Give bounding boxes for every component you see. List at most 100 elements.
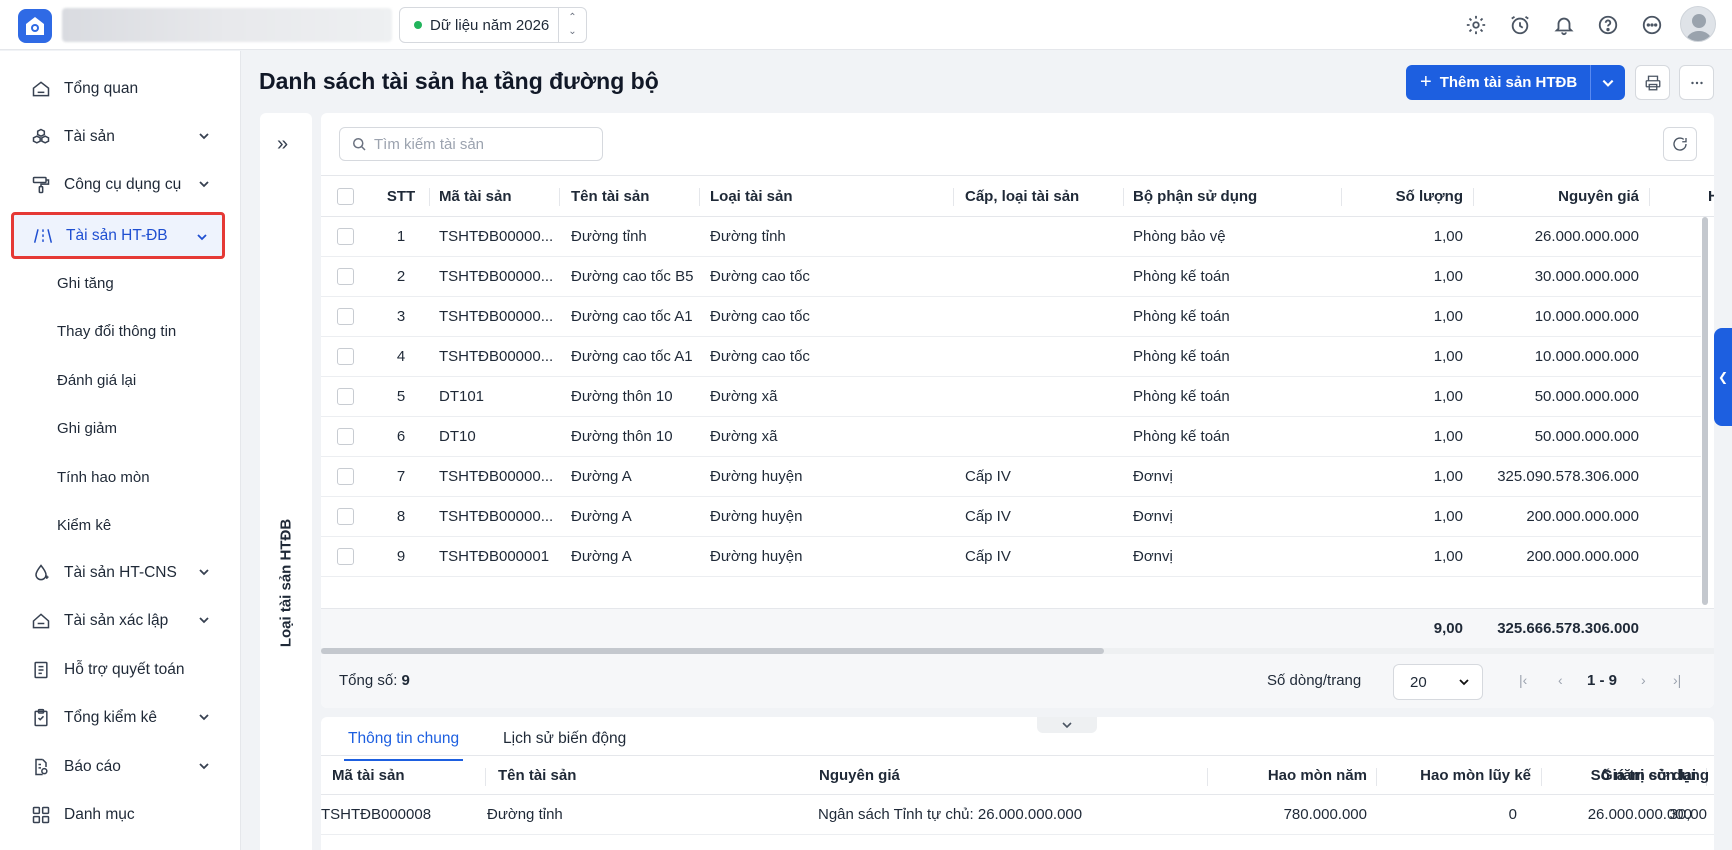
table-row[interactable]: 4 TSHTĐB00000... Đường cao tốc A1 Đường cao… xyxy=(321,337,1701,377)
grid-footer: Tổng số: 9 Số dòng/trang 20 |‹ ‹ 1 - 9 ›… xyxy=(321,654,1714,708)
road-icon xyxy=(32,225,54,247)
column-header-loai-tai-san[interactable]: Loại tài sản xyxy=(710,176,950,216)
last-page-icon[interactable]: ›| xyxy=(1673,672,1681,688)
settings-icon[interactable] xyxy=(1463,12,1489,38)
select-all-checkbox[interactable] xyxy=(337,176,354,216)
column-header-truncated[interactable]: H xyxy=(1708,176,1714,216)
cell-so-luong: 1,00 xyxy=(1433,428,1463,445)
document-icon xyxy=(30,659,52,681)
column-header-cap-loai[interactable]: Cấp, loại tài sản xyxy=(965,176,1125,216)
row-checkbox[interactable] xyxy=(337,417,354,456)
row-checkbox[interactable] xyxy=(337,217,354,256)
tab-lich-su-bien-dong[interactable]: Lịch sử biến động xyxy=(503,730,626,754)
fiscal-year-selector[interactable]: Dữ liệu năm 2026 ⌃ ⌄ xyxy=(399,7,587,43)
sidebar-item-ho-tro-quyet-toan[interactable]: Hỗ trợ quyết toán xyxy=(12,648,224,692)
add-asset-button[interactable]: + Thêm tài sản HTĐB xyxy=(1406,65,1625,100)
boxes-icon xyxy=(30,126,52,148)
sidebar-item-danh-muc[interactable]: Danh mục xyxy=(12,793,224,837)
sidebar-subitem-thay-doi-thong-tin[interactable]: Thay đổi thông tin xyxy=(57,316,176,346)
sidebar-item-cong-cu-dung-cu[interactable]: Công cụ dụng cụ xyxy=(12,163,224,207)
print-button[interactable] xyxy=(1635,65,1670,100)
row-checkbox[interactable] xyxy=(337,337,354,376)
sidebar-item-tai-san-xac-lap[interactable]: Tài sản xác lập xyxy=(12,599,224,643)
table-row[interactable]: 5 DT101 Đường thôn 10 Đường xã Phòng kế toán… xyxy=(321,377,1701,417)
expand-panel-icon[interactable]: » xyxy=(277,133,288,156)
chevron-down-icon xyxy=(198,565,210,583)
collapse-detail-button[interactable] xyxy=(1037,717,1097,733)
page-size-select[interactable]: 20 xyxy=(1393,664,1483,700)
sidebar-subitem-kiem-ke[interactable]: Kiểm kê xyxy=(57,510,111,540)
cell-ten-tai-san: Đường A xyxy=(571,468,632,485)
detail-nguyen-gia: Ngân sách Tỉnh tự chủ: 26.000.000.000 xyxy=(818,806,1083,823)
cell-ten-tai-san: Đường cao tốc A1 xyxy=(571,308,693,325)
help-icon[interactable] xyxy=(1595,12,1621,38)
table-row[interactable]: 6 DT10 Đường thôn 10 Đường xã Phòng kế toán 1… xyxy=(321,417,1701,457)
chevron-up-icon[interactable]: ⌃ xyxy=(568,11,576,25)
tab-thong-tin-chung[interactable]: Thông tin chung xyxy=(343,730,464,761)
sidebar-subitem-tinh-hao-mon[interactable]: Tính hao mòn xyxy=(57,462,150,492)
row-checkbox[interactable] xyxy=(337,457,354,496)
cell-stt: 5 xyxy=(396,388,406,405)
paint-roller-icon xyxy=(30,174,52,196)
chevron-down-icon xyxy=(198,613,210,631)
row-checkbox[interactable] xyxy=(337,537,354,576)
sidebar-subitem-danh-gia-lai[interactable]: Đánh giá lại xyxy=(57,365,136,395)
cell-bo-phan: Đơnvị xyxy=(1133,468,1173,485)
table-row[interactable]: 1 TSHTĐB00000... Đường tỉnh Đường tỉnh Phòng… xyxy=(321,217,1701,257)
refresh-button[interactable] xyxy=(1663,127,1697,161)
side-panel-toggle[interactable]: ❮ xyxy=(1714,328,1732,426)
row-checkbox[interactable] xyxy=(337,297,354,336)
sidebar-item-tai-san-ht-db[interactable]: Tài sản HT-ĐB xyxy=(11,212,225,259)
column-header-bo-phan[interactable]: Bộ phận sử dụng xyxy=(1133,176,1343,216)
sidebar-item-label: Tài sản HT-ĐB xyxy=(66,226,168,244)
cell-bo-phan: Phòng kế toán xyxy=(1133,428,1230,445)
row-checkbox[interactable] xyxy=(337,497,354,536)
table-row[interactable]: 9 TSHTĐB000001 Đường A Đường huyện Cấp IV Đơn… xyxy=(321,537,1701,577)
chevron-down-icon[interactable]: ⌄ xyxy=(568,25,576,39)
cell-ten-tai-san: Đường tỉnh xyxy=(571,228,647,245)
search-text-field[interactable] xyxy=(374,135,594,153)
row-checkbox[interactable] xyxy=(337,377,354,416)
column-header-ma-tai-san[interactable]: Mã tài sản xyxy=(439,176,559,216)
cell-bo-phan: Phòng kế toán xyxy=(1133,348,1230,365)
app-logo-icon[interactable] xyxy=(18,9,52,43)
cell-ten-tai-san: Đường thôn 10 xyxy=(571,388,673,405)
row-checkbox[interactable] xyxy=(337,257,354,296)
sidebar-item-label: Tài sản xyxy=(64,128,115,145)
table-row[interactable]: 7 TSHTĐB00000... Đường A Đường huyện Cấp IV Đ… xyxy=(321,457,1701,497)
alarm-clock-icon[interactable] xyxy=(1507,12,1533,38)
search-input[interactable] xyxy=(339,127,603,161)
prev-page-icon[interactable]: ‹ xyxy=(1558,672,1563,688)
column-header-ten-tai-san[interactable]: Tên tài sản xyxy=(571,176,699,216)
cell-ma-tai-san: TSHTĐB00000... xyxy=(439,308,554,325)
asset-category-label[interactable]: Loại tài sản HTĐB xyxy=(278,519,295,647)
table-row[interactable]: 3 TSHTĐB00000... Đường cao tốc A1 Đường cao… xyxy=(321,297,1701,337)
chevron-down-icon xyxy=(198,129,210,147)
sidebar-item-tai-san[interactable]: Tài sản xyxy=(12,115,224,159)
sidebar-item-bao-cao[interactable]: Báo cáo xyxy=(12,745,224,789)
more-actions-button[interactable] xyxy=(1679,65,1714,100)
table-row[interactable]: 8 TSHTĐB00000... Đường A Đường huyện Cấp IV Đ… xyxy=(321,497,1701,537)
more-icon[interactable] xyxy=(1639,12,1665,38)
page-size-label: Số dòng/trang xyxy=(1267,672,1362,689)
sidebar-item-tong-quan[interactable]: Tổng quan xyxy=(12,67,224,111)
sidebar-item-tai-san-ht-cns[interactable]: Tài sản HT-CNS xyxy=(12,551,224,595)
sidebar-item-label: Danh mục xyxy=(64,806,135,823)
year-stepper[interactable]: ⌃ ⌄ xyxy=(558,8,586,42)
column-header-so-luong[interactable]: Số lượng xyxy=(1351,176,1463,216)
add-asset-dropdown-button[interactable] xyxy=(1590,65,1625,100)
table-row[interactable]: 2 TSHTĐB00000... Đường cao tốc B5 Đường cao… xyxy=(321,257,1701,297)
first-page-icon[interactable]: |‹ xyxy=(1519,672,1527,688)
bell-icon[interactable] xyxy=(1551,12,1577,38)
vertical-scrollbar[interactable] xyxy=(1702,217,1708,605)
sidebar-subitem-ghi-giam[interactable]: Ghi giảm xyxy=(57,413,117,443)
sidebar-subitem-ghi-tang[interactable]: Ghi tăng xyxy=(57,268,114,298)
sidebar-item-tong-kiem-ke[interactable]: Tổng kiểm kê xyxy=(12,696,224,740)
avatar[interactable] xyxy=(1680,6,1716,42)
column-header-stt[interactable]: STT xyxy=(371,176,431,216)
cell-ma-tai-san: TSHTĐB000001 xyxy=(439,548,550,565)
column-header-nguyen-gia[interactable]: Nguyên giá xyxy=(1481,176,1639,216)
detail-column-nguyen-gia: Nguyên giá xyxy=(819,766,900,784)
page-range: 1 - 9 xyxy=(1587,672,1618,689)
next-page-icon[interactable]: › xyxy=(1641,672,1646,688)
